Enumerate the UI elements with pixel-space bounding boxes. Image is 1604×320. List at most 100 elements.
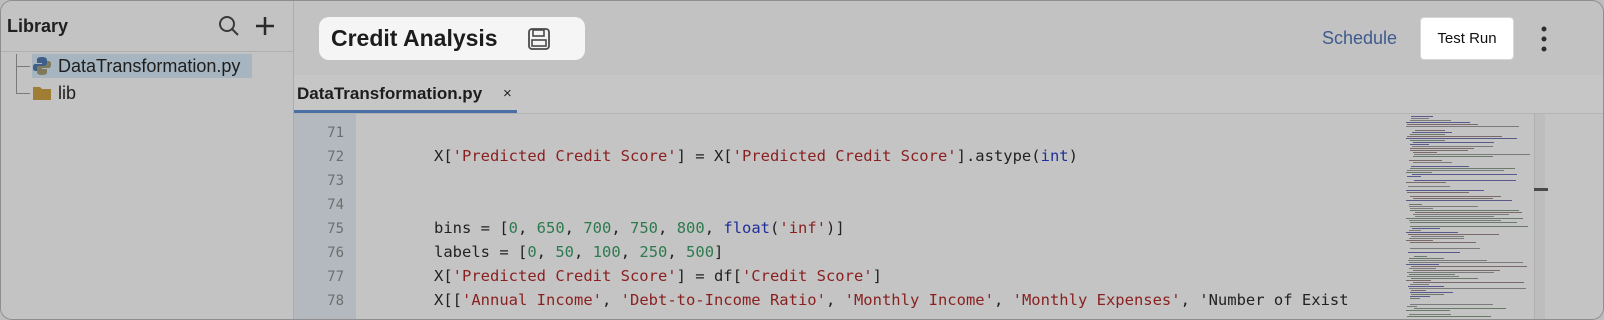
tree-connector [16, 66, 30, 67]
minimap-line [1406, 138, 1517, 139]
vertical-scrollbar[interactable] [1534, 114, 1545, 319]
minimap-line [1406, 232, 1458, 233]
minimap-line [1406, 122, 1470, 123]
minimap-line [1411, 116, 1433, 117]
minimap-line [1407, 272, 1494, 273]
minimap-line [1409, 238, 1464, 239]
minimap-line [1414, 180, 1516, 181]
minimap-line [1411, 290, 1426, 291]
minimap-line [1407, 306, 1417, 307]
minimap-line [1409, 206, 1478, 207]
minimap-line [1407, 124, 1478, 125]
minimap-line [1413, 282, 1524, 283]
minimap-line [1407, 176, 1421, 177]
line-number: 72 [327, 149, 344, 165]
minimap-line [1413, 152, 1437, 153]
minimap-line [1410, 242, 1476, 243]
tab-datatransformation[interactable]: DataTransformation.py × [294, 75, 517, 113]
minimap-line [1407, 136, 1502, 137]
minimap-line [1414, 256, 1427, 257]
scrollbar-thumb[interactable] [1534, 188, 1548, 191]
line-number: 77 [327, 269, 344, 285]
minimap-line [1409, 268, 1436, 269]
minimap-line [1409, 274, 1455, 275]
line-number-gutter: 71 72 73 74 75 76 77 78 [294, 114, 356, 319]
minimap-line [1407, 316, 1491, 317]
minimap-line [1412, 174, 1517, 175]
folder-item-lib[interactable]: lib [32, 81, 76, 105]
minimap-line [1410, 210, 1519, 211]
code-minimap[interactable] [1402, 114, 1534, 319]
app-window: Library DataTransformation.py lib Credit… [0, 0, 1604, 320]
minimap-line [1411, 278, 1478, 279]
close-icon[interactable]: × [503, 85, 512, 102]
minimap-line [1407, 276, 1459, 277]
minimap-line [1415, 212, 1522, 213]
schedule-link[interactable]: Schedule [1322, 28, 1397, 49]
test-run-button[interactable]: Test Run [1420, 17, 1514, 60]
minimap-line [1410, 226, 1528, 227]
file-item-datatransformation[interactable]: DataTransformation.py [32, 54, 252, 78]
save-icon[interactable] [527, 27, 551, 51]
code-line: bins = [0, 650, 700, 750, 800, float('in… [434, 219, 845, 237]
code-line: X['Predicted Credit Score'] = X['Predict… [434, 147, 1078, 165]
line-number: 75 [327, 221, 344, 237]
minimap-line [1411, 118, 1429, 119]
minimap-line [1410, 296, 1430, 297]
minimap-line [1410, 208, 1433, 209]
code-line: X[['Annual Income', 'Debt-to-Income Rati… [434, 291, 1349, 309]
sidebar-header: Library [1, 1, 293, 52]
editor-tab-bar: DataTransformation.py × [294, 75, 1603, 114]
minimap-line [1414, 308, 1506, 309]
minimap-line [1406, 218, 1523, 219]
minimap-line [1407, 192, 1469, 193]
minimap-line [1411, 266, 1527, 267]
minimap-line [1407, 170, 1504, 171]
minimap-line [1408, 252, 1460, 253]
minimap-line [1415, 216, 1494, 217]
folder-item-label: lib [58, 82, 77, 103]
minimap-line [1406, 200, 1512, 201]
minimap-line [1406, 264, 1439, 265]
line-number: 76 [327, 245, 344, 261]
add-icon[interactable] [254, 15, 276, 37]
sidebar-title: Library [7, 16, 69, 36]
file-item-label: DataTransformation.py [58, 55, 241, 76]
minimap-line [1409, 160, 1442, 161]
file-library-sidebar: Library DataTransformation.py lib [1, 1, 294, 319]
project-title-bar: Credit Analysis [319, 17, 585, 60]
code-line: labels = [0, 50, 100, 250, 500] [434, 243, 724, 261]
minimap-line [1410, 248, 1480, 249]
minimap-line [1410, 304, 1493, 305]
minimap-line [1409, 220, 1501, 221]
minimap-line [1409, 314, 1451, 315]
minimap-line [1410, 196, 1501, 197]
tree-connector [16, 54, 17, 93]
minimap-line [1413, 156, 1493, 157]
minimap-line [1410, 292, 1453, 293]
minimap-line [1411, 294, 1444, 295]
minimap-line [1409, 204, 1422, 205]
minimap-line [1412, 132, 1452, 133]
minimap-line [1410, 298, 1420, 299]
minimap-line [1406, 240, 1433, 241]
tree-connector [16, 93, 30, 94]
search-icon[interactable] [218, 15, 240, 37]
minimap-line [1410, 134, 1445, 135]
line-number: 78 [327, 293, 344, 309]
page-title[interactable]: Credit Analysis [331, 25, 498, 52]
minimap-line [1413, 270, 1500, 271]
minimap-line [1408, 186, 1450, 187]
more-options-icon[interactable] [1539, 25, 1549, 53]
minimap-line [1413, 214, 1509, 215]
minimap-line [1406, 310, 1450, 311]
line-number: 73 [327, 173, 344, 189]
python-file-icon [33, 57, 51, 75]
minimap-line [1413, 198, 1493, 199]
minimap-line [1406, 190, 1484, 191]
minimap-line [1406, 172, 1432, 173]
minimap-line [1412, 146, 1493, 147]
minimap-line [1409, 258, 1444, 259]
tab-label: DataTransformation.py [297, 84, 483, 103]
code-editor[interactable]: 71 72 73 74 75 76 77 78 X['Predicted Cre… [294, 114, 1603, 319]
